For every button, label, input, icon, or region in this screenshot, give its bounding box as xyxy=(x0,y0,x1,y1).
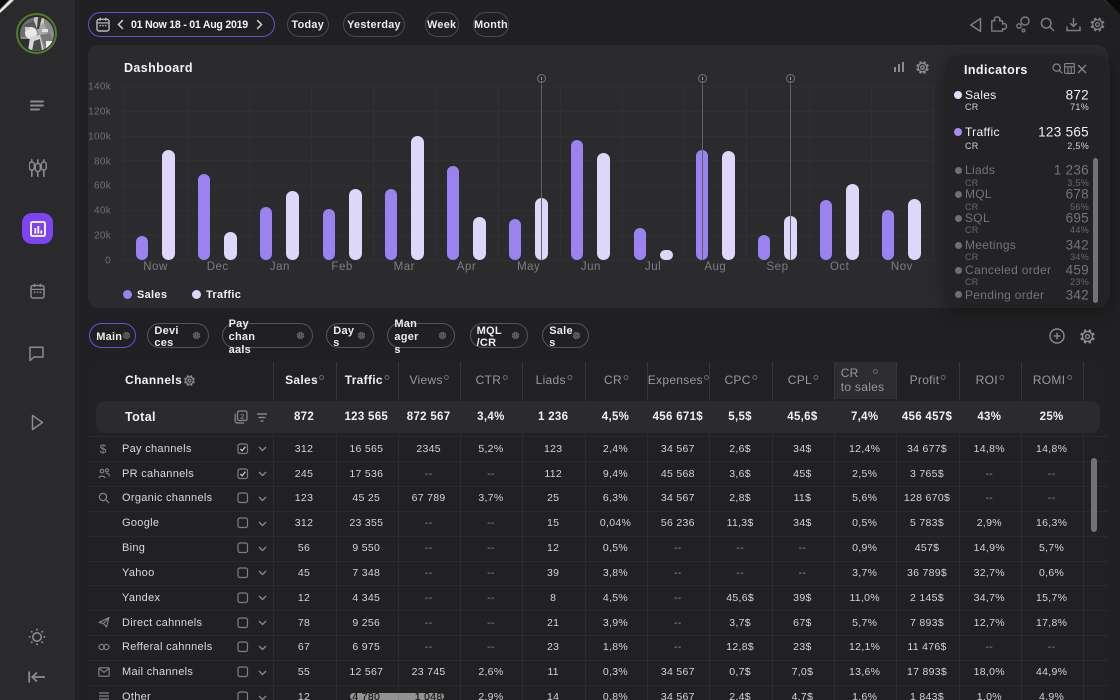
svg-text:2: 2 xyxy=(240,412,244,421)
svg-text:$: $ xyxy=(100,442,107,455)
